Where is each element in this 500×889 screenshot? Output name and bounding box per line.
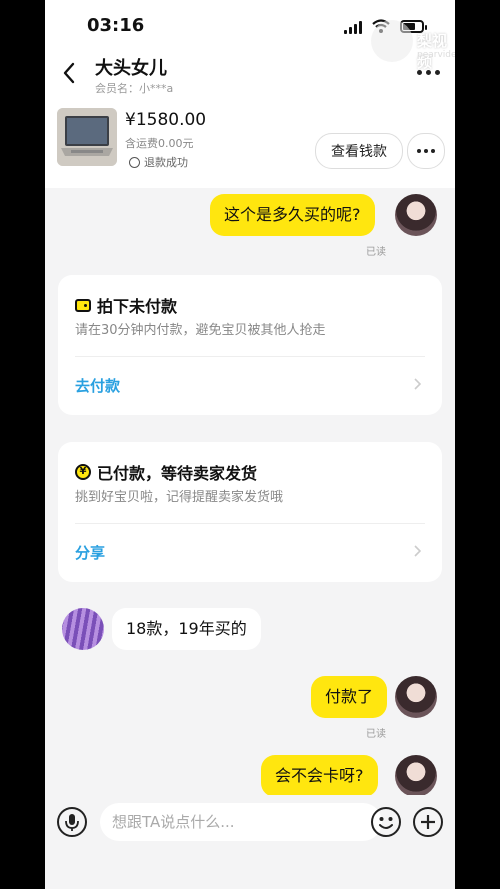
product-thumbnail[interactable] <box>57 108 117 166</box>
my-avatar[interactable] <box>395 676 437 718</box>
phone-screen: 03:16 梨视频 pearvideo 大头女儿 会员名：小***a ¥1580… <box>45 0 455 889</box>
message-bubble-sent[interactable]: 这个是多久买的呢? <box>210 194 375 236</box>
member-name: 会员名：小***a <box>95 82 174 95</box>
message-bubble-sent[interactable]: 付款了 <box>311 676 388 718</box>
chevron-right-icon[interactable] <box>410 377 424 391</box>
seller-avatar[interactable] <box>62 608 104 650</box>
my-avatar[interactable] <box>395 194 437 236</box>
order-card-description: 挑到好宝贝啦，记得提醒卖家发货哦 <box>75 490 284 505</box>
view-payment-button[interactable]: 查看钱款 <box>315 133 403 169</box>
yen-icon: ¥ <box>75 464 91 480</box>
order-card-title: 拍下未付款 <box>75 293 177 317</box>
order-card-unpaid: 拍下未付款 请在30分钟内付款，避免宝贝被其他人抢走 去付款 <box>58 275 442 415</box>
product-more-button[interactable] <box>407 133 445 169</box>
back-icon[interactable] <box>59 60 81 86</box>
read-receipt: 已读 <box>366 247 386 258</box>
divider <box>75 523 425 524</box>
read-receipt: 已读 <box>366 729 386 740</box>
check-circle-icon <box>129 156 140 168</box>
message-input[interactable] <box>100 803 382 841</box>
my-avatar[interactable] <box>395 755 437 797</box>
wallet-icon <box>75 298 91 312</box>
watermark-logo <box>371 20 413 62</box>
message-bubble-sent[interactable]: 会不会卡呀? <box>261 755 378 797</box>
plus-icon[interactable] <box>412 806 444 838</box>
order-card-title: ¥ 已付款，等待卖家发货 <box>75 460 257 484</box>
product-price: ¥1580.00 <box>125 110 207 130</box>
share-link[interactable]: 分享 <box>75 542 105 563</box>
order-card-paid: ¥ 已付款，等待卖家发货 挑到好宝贝啦，记得提醒卖家发货哦 分享 <box>58 442 442 582</box>
more-icon[interactable] <box>413 62 443 82</box>
status-time: 03:16 <box>87 15 145 36</box>
emoji-icon[interactable] <box>370 806 402 838</box>
signal-icon <box>344 21 362 34</box>
go-pay-link[interactable]: 去付款 <box>75 375 120 396</box>
refund-status-label: 退款成功 <box>144 156 188 169</box>
order-card-description: 请在30分钟内付款，避免宝贝被其他人抢走 <box>75 323 326 338</box>
shipping-fee: 含运费0.00元 <box>125 137 194 150</box>
watermark-subtext: pearvideo <box>417 50 455 60</box>
chat-title: 大头女儿 <box>95 58 167 79</box>
divider <box>75 356 425 357</box>
microphone-icon[interactable] <box>57 807 87 837</box>
chevron-right-icon[interactable] <box>410 544 424 558</box>
refund-status: 退款成功 <box>129 154 188 170</box>
message-bubble-received[interactable]: 18款，19年买的 <box>112 608 261 650</box>
